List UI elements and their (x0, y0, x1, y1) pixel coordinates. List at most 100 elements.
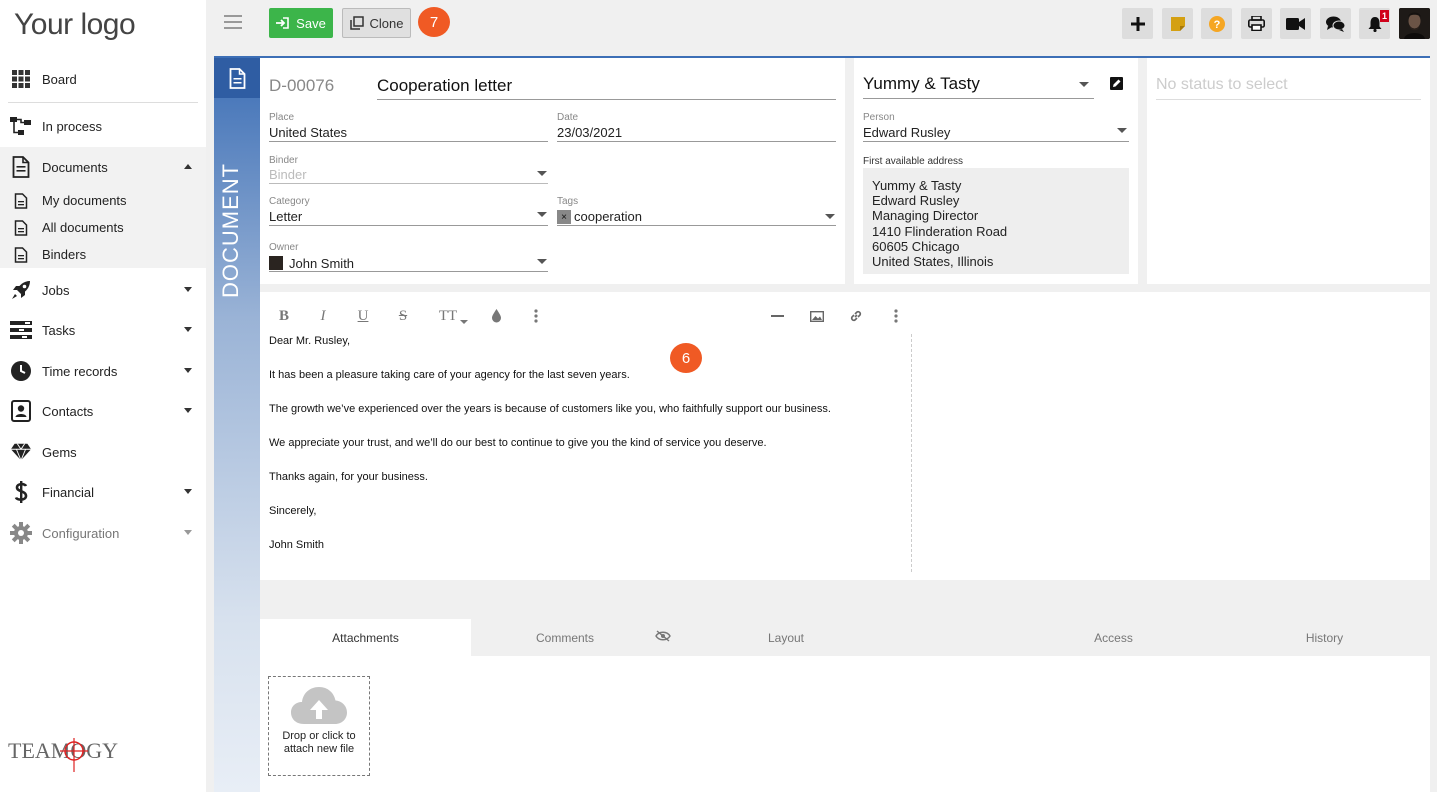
sidebar-item-in-process[interactable]: In process (0, 107, 206, 145)
underline-button[interactable]: U (353, 306, 373, 326)
panel-separator (260, 284, 1430, 292)
menu-toggle-button[interactable] (224, 15, 242, 29)
tab-layout[interactable]: Layout (681, 619, 891, 656)
sidebar: Your logo Board In process Documents My … (0, 0, 206, 792)
sidebar-item-tasks[interactable]: Tasks (0, 311, 206, 349)
address-line: United States, Illinois (872, 254, 994, 270)
address-line: 1410 Flinderation Road (872, 223, 1008, 239)
sidebar-subitem-label: Binders (42, 247, 87, 262)
document-icon (214, 58, 260, 98)
user-photo-icon (1399, 8, 1430, 39)
sidebar-item-financial[interactable]: Financial (0, 473, 206, 511)
font-size-button[interactable]: TT (437, 306, 459, 326)
sidebar-subitem-all-documents[interactable]: All documents (0, 214, 206, 241)
editor-line: Sincerely, (269, 505, 317, 517)
sidebar-subitem-binders[interactable]: Binders (0, 241, 206, 268)
tag-chip[interactable]: cooperation (574, 209, 642, 224)
chevron-down-icon (184, 489, 192, 494)
document-icon (14, 192, 28, 209)
bold-button[interactable]: B (274, 306, 294, 326)
date-input[interactable]: 23/03/2021 (557, 125, 622, 140)
chat-icon (1326, 16, 1345, 32)
company-underline (863, 98, 1094, 99)
user-avatar[interactable] (1399, 8, 1430, 39)
add-button[interactable] (1122, 8, 1153, 39)
sidebar-item-configuration[interactable]: Configuration (0, 514, 206, 552)
help-icon: ? (1208, 15, 1225, 32)
person-label: Person (863, 112, 895, 123)
italic-button[interactable]: I (313, 306, 333, 326)
tab-comments[interactable]: Comments (471, 619, 659, 656)
person-underline (863, 141, 1129, 142)
tab-attachments[interactable]: Attachments (260, 619, 471, 656)
sidebar-item-jobs[interactable]: Jobs (0, 271, 206, 309)
sidebar-item-board[interactable]: Board (0, 60, 206, 98)
clone-label: Clone (369, 15, 404, 31)
sticky-note-icon (1170, 16, 1185, 31)
more-options-button[interactable] (526, 306, 546, 326)
address-box: Yummy & Tasty Edward Rusley Managing Dir… (863, 168, 1129, 274)
binder-underline (269, 183, 548, 184)
tab-access[interactable]: Access (1008, 619, 1219, 656)
owner-label: Owner (269, 242, 299, 253)
insert-image-button[interactable] (807, 306, 827, 326)
clock-icon (10, 360, 32, 382)
save-button[interactable]: Save (269, 8, 333, 38)
panel-separator (845, 58, 854, 284)
sidebar-item-time-records[interactable]: Time records (0, 352, 206, 390)
sidebar-item-label: Jobs (42, 282, 70, 298)
notes-button[interactable] (1162, 8, 1193, 39)
sidebar-item-gems[interactable]: Gems (0, 433, 206, 471)
plus-icon (1130, 16, 1145, 31)
document-icon (14, 219, 28, 236)
sidebar-item-label: Financial (42, 484, 95, 500)
address-line: 60605 Chicago (872, 238, 960, 254)
sidebar-item-contacts[interactable]: Contacts (0, 392, 206, 430)
edit-icon[interactable] (1110, 77, 1123, 90)
strikethrough-button[interactable]: S (393, 306, 413, 326)
chevron-down-icon (184, 530, 192, 535)
text-color-button[interactable] (486, 306, 506, 326)
divider (8, 102, 198, 103)
binder-select[interactable]: Binder (269, 167, 307, 182)
title-underline (377, 99, 836, 100)
chevron-down-icon (537, 212, 547, 217)
page-boundary-line (911, 334, 912, 572)
category-select[interactable]: Letter (269, 209, 302, 224)
place-input[interactable]: United States (269, 125, 347, 140)
chevron-down-icon (537, 171, 547, 176)
copy-icon (349, 16, 364, 30)
cloud-upload-icon (291, 687, 347, 724)
image-icon (810, 310, 824, 322)
tags-label: Tags (557, 196, 579, 207)
print-button[interactable] (1241, 8, 1272, 39)
gear-icon (10, 522, 32, 544)
eye-off-icon[interactable] (655, 630, 671, 645)
chat-button[interactable] (1320, 8, 1351, 39)
more-options-button[interactable] (886, 306, 906, 326)
horizontal-rule-button[interactable] (767, 306, 787, 326)
video-button[interactable] (1280, 8, 1311, 39)
tab-history[interactable]: History (1219, 619, 1430, 656)
document-icon (10, 156, 32, 178)
insert-link-button[interactable] (846, 306, 866, 326)
sidebar-item-label: Documents (42, 159, 108, 175)
document-icon (14, 246, 28, 263)
editor-line: Dear Mr. Rusley, (269, 335, 351, 347)
attachment-drop-zone[interactable]: Drop or click to attach new file (268, 676, 370, 776)
help-button[interactable]: ? (1201, 8, 1232, 39)
person-select[interactable]: Edward Rusley (863, 125, 950, 140)
chevron-down-icon (825, 214, 835, 219)
company-select[interactable]: Yummy & Tasty (863, 74, 980, 94)
clone-button[interactable]: Clone (342, 8, 411, 38)
document-title-input[interactable]: Cooperation letter (377, 76, 512, 96)
sidebar-subitem-my-documents[interactable]: My documents (0, 187, 206, 214)
remove-tag-icon[interactable]: × (557, 210, 571, 224)
status-select[interactable]: No status to select (1156, 76, 1288, 94)
logo: Your logo (14, 8, 136, 41)
notifications-button[interactable]: 1 (1359, 8, 1390, 39)
sidebar-item-label: Contacts (42, 403, 94, 419)
sidebar-item-documents[interactable]: Documents (0, 147, 206, 187)
droplet-icon (491, 309, 501, 323)
owner-select[interactable]: John Smith (289, 256, 354, 271)
